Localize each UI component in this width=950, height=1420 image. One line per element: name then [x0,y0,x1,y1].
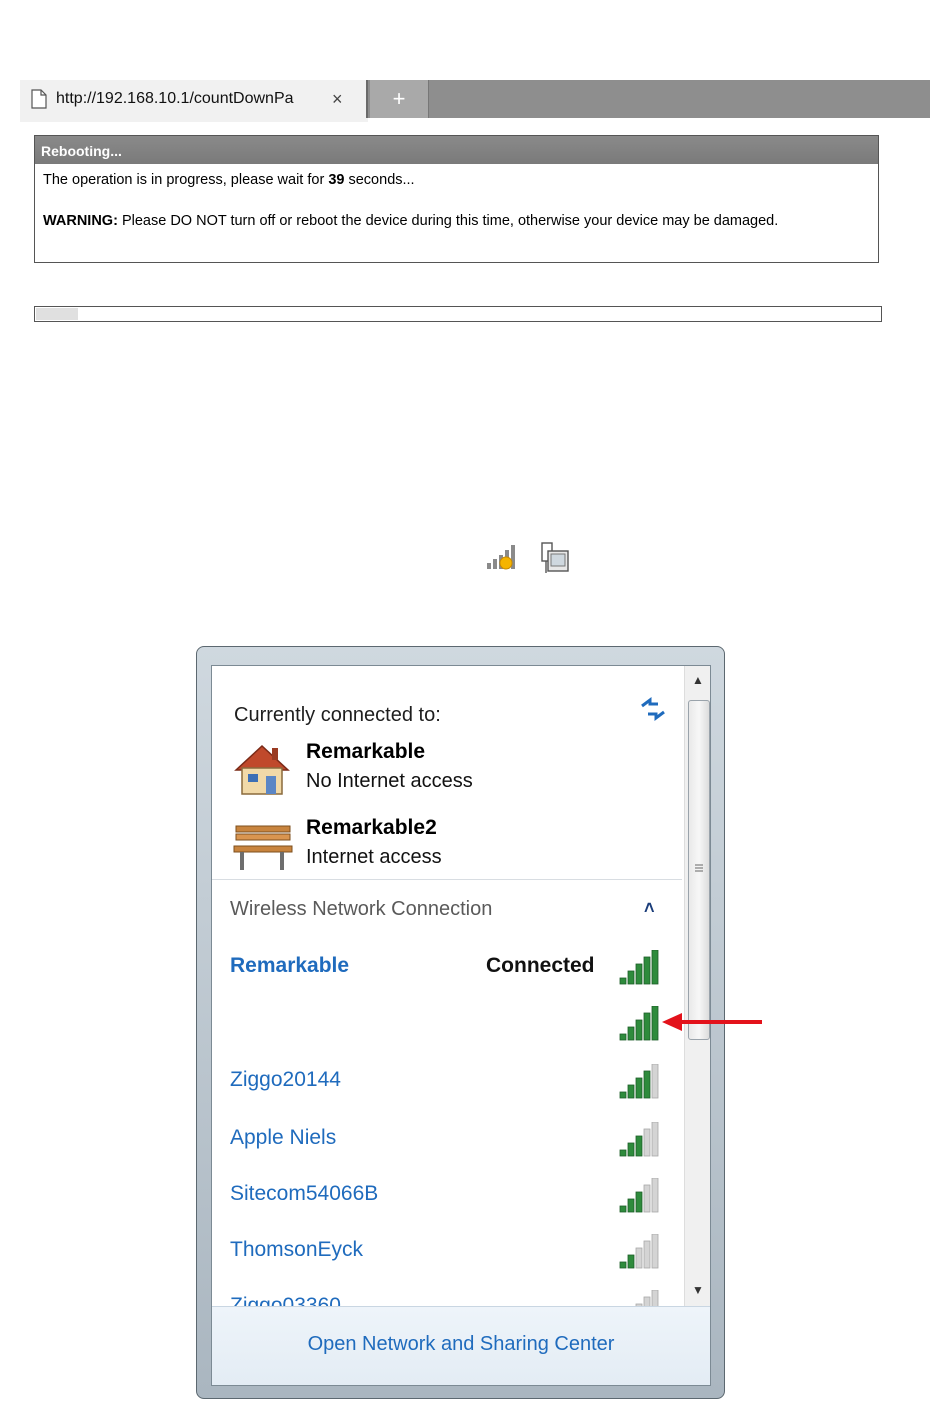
wifi-ssid: ThomsonEyck [230,1238,364,1261]
signal-bar [635,1247,643,1269]
signal-bar [627,1198,635,1213]
wifi-network-item[interactable]: Apple Niels [230,1120,680,1160]
browser-tab[interactable]: http://192.168.10.1/countDownPa × [20,80,368,118]
plus-icon: + [392,86,406,111]
wifi-signal-icon [619,1178,659,1213]
wifi-connection-state: Connected [486,954,595,977]
countdown-seconds: 39 [328,172,345,188]
currently-connected-heading: Currently connected to: [234,704,441,726]
connected-network-item: Remarkable2 Internet access [230,816,630,880]
signal-bar [643,1240,651,1269]
connected-network-name: Remarkable [306,740,426,763]
wifi-network-item[interactable]: Sitecom54066B [230,1176,680,1216]
wifi-network-item[interactable]: Ziggo20144 [230,1062,680,1102]
wireless-section-title: Wireless Network Connection [230,898,493,920]
connected-network-item: Remarkable No Internet access [230,740,630,804]
connected-network-name: Remarkable2 [306,816,437,839]
signal-bar [651,1122,659,1157]
page-icon [30,89,48,109]
wifi-signal-icon [619,950,659,985]
signal-bar [643,1128,651,1157]
signal-bar [627,1084,635,1099]
connected-network-status: No Internet access [306,770,473,792]
wifi-signal-icon [619,1234,659,1269]
reboot-header: Rebooting... [35,136,878,164]
wifi-network-item[interactable] [230,1004,680,1044]
home-network-icon [234,744,290,795]
signal-bar [627,970,635,985]
signal-bar [619,977,627,985]
wifi-network-item[interactable]: Remarkable Connected [230,948,680,988]
signal-bar [635,963,643,985]
close-icon[interactable]: × [332,90,343,108]
signal-bar [619,1205,627,1213]
signal-bar [651,1006,659,1041]
connected-network-status: Internet access [306,846,442,868]
open-network-sharing-center-link[interactable]: Open Network and Sharing Center [212,1333,710,1356]
public-network-icon [233,825,293,870]
wifi-network-item[interactable]: ThomsonEyck [230,1232,680,1272]
signal-bar [651,950,659,985]
tab-title: http://192.168.10.1/countDownPa [56,90,298,107]
wifi-signal-icon [619,1064,659,1099]
scroll-down-arrow-icon[interactable]: ▼ [685,1278,710,1302]
network-flyout-window: Currently connected to: Remarkable No In… [196,646,725,1399]
signal-bar [635,1135,643,1157]
divider [212,879,682,880]
signal-bar [651,1064,659,1099]
wifi-signal-icon [619,1006,659,1041]
tab-underline [20,118,368,122]
signal-bar [627,1254,635,1269]
warning-text: Please DO NOT turn off or reboot the dev… [117,213,779,229]
signal-bar [643,1012,651,1041]
red-arrow-annotation [662,1013,762,1031]
refresh-icon[interactable] [638,696,668,722]
signal-bar [651,1178,659,1213]
wifi-ssid: Remarkable [230,954,350,977]
signal-bar [643,956,651,985]
reboot-body: The operation is in progress, please wai… [35,164,878,238]
signal-bar [619,1149,627,1157]
progress-fill [36,308,78,320]
flyout-footer: Open Network and Sharing Center [212,1306,710,1385]
warning-message: WARNING: Please DO NOT turn off or reboo… [43,211,870,232]
grip-icon [695,864,703,872]
signal-bar [627,1026,635,1041]
chevron-up-icon[interactable]: ˄ [644,898,655,919]
signal-bar [651,1234,659,1269]
wifi-signal-icon [619,1122,659,1157]
signal-bar [619,1261,627,1269]
signal-bar [643,1070,651,1099]
wifi-ssid: Sitecom54066B [230,1182,379,1205]
signal-bar [643,1184,651,1213]
signal-bar [635,1077,643,1099]
reboot-progress-bar [34,306,882,322]
wired-network-icon[interactable] [540,541,572,575]
signal-bar [627,1142,635,1157]
wifi-ssid: Ziggo20144 [230,1068,341,1091]
reboot-panel: Rebooting... The operation is in progres… [34,135,879,263]
progress-message: The operation is in progress, please wai… [43,170,870,191]
wifi-signal-warning-icon[interactable] [486,543,518,571]
wifi-ssid: Apple Niels [230,1126,337,1149]
warning-label: WARNING: [43,213,118,229]
network-flyout: Currently connected to: Remarkable No In… [211,665,711,1386]
signal-bar [635,1019,643,1041]
scrollbar[interactable]: ▲ ▼ [684,666,710,1306]
signal-bar [619,1033,627,1041]
browser-tab-strip: http://192.168.10.1/countDownPa × + [20,80,930,118]
new-tab-button[interactable]: + [370,80,429,118]
progress-message-prefix: The operation is in progress, please wai… [43,172,329,188]
scrollbar-thumb[interactable] [688,700,710,1040]
progress-message-suffix: seconds... [344,172,415,188]
signal-bar [635,1191,643,1213]
signal-bar [619,1091,627,1099]
scroll-up-arrow-icon[interactable]: ▲ [685,668,710,692]
